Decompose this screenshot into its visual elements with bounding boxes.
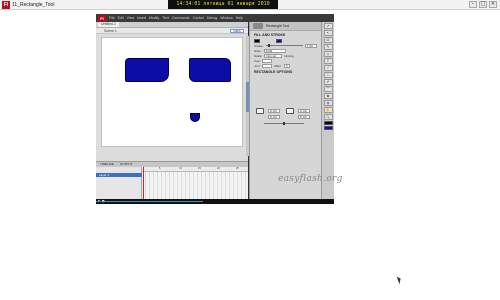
zoom-select[interactable]: 100% <box>230 29 244 33</box>
rectangle-tool-icon[interactable]: □ <box>323 72 333 78</box>
frame-number: 25 <box>236 167 239 170</box>
text-tool-icon[interactable]: T <box>323 58 333 64</box>
menu-text[interactable]: Text <box>162 16 168 20</box>
corner-radius-field-1[interactable]: 0.00 <box>268 109 280 113</box>
flash-logo-icon: Fl <box>98 14 106 22</box>
video-control-bar: ▶ ◼ <box>96 199 334 204</box>
scale-select[interactable]: Normal <box>264 53 283 58</box>
join-label: Join: <box>254 63 261 68</box>
close-button[interactable]: × <box>489 1 497 8</box>
watermark-text: easyflash.org <box>278 174 343 184</box>
frame-ruler[interactable]: 1 5 10 15 20 25 <box>142 167 248 172</box>
pen-tool-icon[interactable]: ◇ <box>323 51 333 57</box>
video-progress-bar[interactable] <box>96 201 204 202</box>
rectangle-shape-3[interactable] <box>190 113 200 122</box>
stroke-slider-knob[interactable] <box>267 44 270 47</box>
menu-view[interactable]: View <box>127 16 135 20</box>
corner-slider-knob[interactable] <box>283 122 285 125</box>
flash-app-icon: Fl <box>2 1 10 9</box>
pencil-tool-icon[interactable]: ✐ <box>323 79 333 85</box>
tools-fill-color-swatch[interactable] <box>323 126 333 130</box>
edit-bar: Scene 1 100% <box>96 28 248 34</box>
corner-slider[interactable] <box>264 122 304 125</box>
window-controls: – □ × <box>469 1 497 8</box>
minimize-button[interactable]: – <box>469 1 477 8</box>
menu-window[interactable]: Window <box>220 16 232 20</box>
frame-number: 5 <box>159 167 161 170</box>
stage-canvas[interactable] <box>102 38 242 146</box>
hand-tool-icon[interactable]: ✋ <box>323 107 333 113</box>
stroke-slider[interactable] <box>265 44 303 47</box>
maximize-button[interactable]: □ <box>479 1 487 8</box>
stroke-label: Stroke: <box>254 43 264 48</box>
paint-bucket-tool-icon[interactable]: ◍ <box>323 100 333 106</box>
timeline-panel: TIMELINE OUTPUT Layer 1 1 5 10 15 20 25 … <box>96 161 248 204</box>
scale-label: Scale: <box>254 53 263 58</box>
rectangle-options-section-header[interactable]: RECTANGLE OPTIONS <box>250 68 321 75</box>
document-area: Untitled-1 Scene 1 100% <box>96 22 249 161</box>
stroke-color-swatch[interactable] <box>254 38 260 43</box>
mouse-cursor-icon <box>396 275 403 285</box>
window-title: 11_Rectangle_Tool <box>12 2 55 8</box>
menu-help[interactable]: Help <box>236 16 243 20</box>
scene-label[interactable]: Scene 1 <box>104 28 117 34</box>
corner-radius-field-2[interactable]: 0.00 <box>268 115 280 119</box>
menu-insert[interactable]: Insert <box>137 16 146 20</box>
tools-stroke-color-swatch[interactable] <box>323 121 333 125</box>
deco-tool-icon[interactable]: ✿ <box>323 93 333 99</box>
clock-display: 14:34:01 пятница 01 января 2010 <box>168 0 278 9</box>
style-select[interactable]: Solid <box>263 48 286 53</box>
corner-lock-icon[interactable] <box>286 108 294 114</box>
menu-bar: Fl File Edit View Insert Modify Text Com… <box>96 14 334 22</box>
menu-commands[interactable]: Commands <box>172 16 190 20</box>
menu-edit[interactable]: Edit <box>118 16 124 20</box>
line-tool-icon[interactable]: / <box>323 65 333 71</box>
corner-preview-icon <box>256 108 264 114</box>
miter-label: Miter: <box>274 63 282 68</box>
frame-number: 15 <box>198 167 201 170</box>
brush-tool-icon[interactable]: ⌒ <box>323 86 333 92</box>
properties-header: Rectangle Tool <box>250 22 321 31</box>
cap-label: Cap: <box>254 58 261 63</box>
layer-row[interactable]: Layer 1 <box>96 173 142 177</box>
lasso-tool-icon[interactable]: ✎ <box>323 44 333 50</box>
join-select[interactable] <box>262 63 273 68</box>
hinting-checkbox[interactable]: Hinting <box>284 54 293 58</box>
menu-debug[interactable]: Debug <box>207 16 217 20</box>
fill-stroke-section-header[interactable]: FILL AND STROKE <box>250 31 321 38</box>
rectangle-shape-1[interactable] <box>125 58 169 82</box>
corner-radius-controls: 0.00 0.00 0.00 0.00 <box>256 108 314 126</box>
frame-number: 10 <box>179 167 182 170</box>
corner-radius-field-3[interactable]: 0.00 <box>298 109 310 113</box>
zoom-tool-icon[interactable]: 🔍 <box>323 114 333 120</box>
subselection-tool-icon[interactable]: ↖ <box>323 30 333 36</box>
free-transform-tool-icon[interactable]: ⊡ <box>323 37 333 43</box>
menu-control[interactable]: Control <box>193 16 204 20</box>
rectangle-shape-2[interactable] <box>189 58 231 82</box>
player-title-bar: Fl 11_Rectangle_Tool 14:34:01 пятница 01… <box>0 0 500 10</box>
style-label: Style: <box>254 48 262 53</box>
properties-title: Rectangle Tool <box>266 24 290 28</box>
frame-number: 20 <box>217 167 220 170</box>
document-tab[interactable]: Untitled-1 <box>98 22 119 27</box>
stroke-field[interactable]: 1.00 <box>305 43 317 48</box>
selection-tool-icon[interactable]: ➚ <box>323 23 333 29</box>
corner-radius-field-4[interactable]: 0.00 <box>298 115 310 119</box>
menu-file[interactable]: File <box>109 16 115 20</box>
cap-select[interactable] <box>262 58 273 63</box>
miter-field[interactable]: 3 <box>283 63 290 68</box>
menu-modify[interactable]: Modify <box>149 16 159 20</box>
rectangle-tool-icon <box>253 23 263 29</box>
fill-color-swatch[interactable] <box>276 38 282 43</box>
